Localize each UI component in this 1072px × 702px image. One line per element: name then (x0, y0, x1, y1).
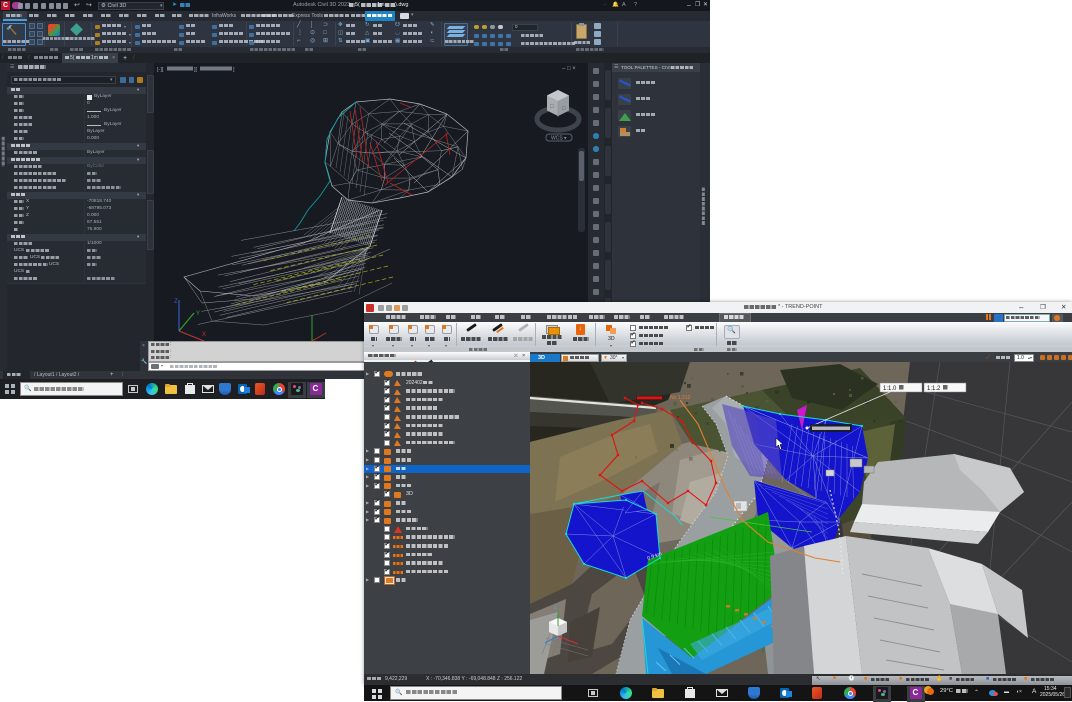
svg-text:][: ][ (194, 67, 198, 73)
svg-text:– □ ×: – □ × (562, 66, 576, 72)
svg-text:]: ] (233, 67, 235, 73)
svg-text:X: X (202, 332, 206, 338)
svg-text:□: □ (562, 106, 566, 112)
svg-text:[-][: [-][ (157, 67, 164, 73)
svg-text:1:1.0: 1:1.0 (883, 386, 897, 392)
svg-text:1:1.2: 1:1.2 (927, 386, 941, 392)
svg-text:Z: Z (174, 299, 178, 305)
svg-text:No.1:212: No.1:212 (670, 395, 691, 401)
svg-text:□: □ (550, 104, 554, 110)
svg-text:WCS ▾: WCS ▾ (551, 136, 567, 142)
svg-text:Y: Y (196, 311, 200, 317)
